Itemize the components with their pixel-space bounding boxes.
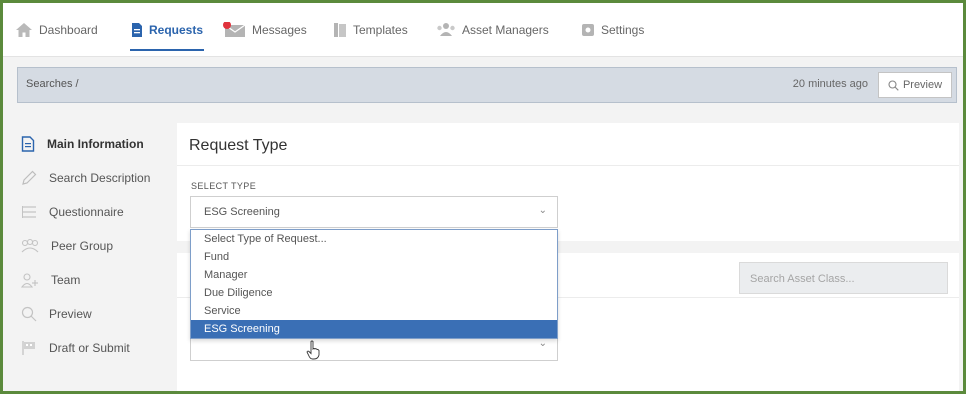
app-frame: Dashboard Requests Messages Templates As… xyxy=(0,0,966,394)
flag-icon xyxy=(21,340,37,356)
users-icon xyxy=(436,22,456,38)
sidebar-item-team[interactable]: Team xyxy=(21,270,80,290)
sidebar-item-label: Draft or Submit xyxy=(49,341,130,355)
peers-icon xyxy=(21,238,39,254)
breadcrumb[interactable]: Searches / xyxy=(26,78,79,90)
chevron-down-icon: ⌄ xyxy=(538,205,547,216)
request-type-select-value: ESG Screening xyxy=(204,206,280,218)
active-tab-indicator xyxy=(130,49,204,51)
sidebar-item-label: Questionnaire xyxy=(49,205,124,219)
add-user-icon xyxy=(21,272,39,288)
breadcrumb-bar: Searches / 20 minutes ago Preview xyxy=(17,67,957,103)
nav-messages[interactable]: Messages xyxy=(222,20,307,40)
top-navigation: Dashboard Requests Messages Templates As… xyxy=(3,3,963,57)
request-type-heading: Request Type xyxy=(189,137,288,154)
dropdown-option[interactable]: Fund xyxy=(191,248,557,266)
dropdown-option-selected[interactable]: ESG Screening xyxy=(191,320,557,338)
request-type-select[interactable]: ESG Screening ⌄ xyxy=(190,196,558,228)
sidebar-item-questionnaire[interactable]: Questionnaire xyxy=(21,202,124,222)
chevron-down-icon: ⌄ xyxy=(538,338,547,349)
dropdown-option[interactable]: Service xyxy=(191,302,557,320)
search-icon xyxy=(888,79,899,91)
search-icon xyxy=(21,306,37,322)
home-icon xyxy=(15,22,33,38)
nav-asset-managers-label: Asset Managers xyxy=(462,23,549,37)
nav-templates-label: Templates xyxy=(353,23,408,37)
sidebar-item-peer-group[interactable]: Peer Group xyxy=(21,236,113,256)
search-asset-class-placeholder: Search Asset Class... xyxy=(750,273,855,285)
panel-divider xyxy=(177,165,959,166)
nav-templates[interactable]: Templates xyxy=(333,20,408,40)
sidebar-item-label: Main Information xyxy=(47,137,144,151)
nav-settings[interactable]: Settings xyxy=(581,20,644,40)
nav-dashboard-label: Dashboard xyxy=(39,23,98,37)
nav-dashboard[interactable]: Dashboard xyxy=(15,20,98,40)
hand-cursor-icon xyxy=(306,340,322,360)
request-type-panel: Request Type SELECT TYPE ESG Screening ⌄ xyxy=(177,123,959,241)
document-icon xyxy=(131,22,143,38)
sidebar-item-preview[interactable]: Preview xyxy=(21,304,92,324)
nav-settings-label: Settings xyxy=(601,23,645,37)
nav-requests-label: Requests xyxy=(149,23,204,37)
sidebar-item-search-description[interactable]: Search Description xyxy=(21,168,150,188)
envelope-icon xyxy=(222,22,246,38)
list-icon xyxy=(21,204,37,220)
templates-icon xyxy=(333,22,347,38)
nav-requests[interactable]: Requests xyxy=(131,20,203,40)
nav-messages-label: Messages xyxy=(252,23,307,37)
pencil-icon xyxy=(21,170,37,186)
sidebar-item-draft-or-submit[interactable]: Draft or Submit xyxy=(21,338,130,358)
nav-asset-managers[interactable]: Asset Managers xyxy=(436,20,549,40)
sidebar-item-label: Search Description xyxy=(49,171,151,185)
preview-button[interactable]: Preview xyxy=(878,72,952,98)
dropdown-option[interactable]: Due Diligence xyxy=(191,284,557,302)
sidebar-item-main-information[interactable]: Main Information xyxy=(21,134,144,154)
sidebar-item-label: Preview xyxy=(49,307,92,321)
document-icon xyxy=(21,136,35,152)
select-type-label: SELECT TYPE xyxy=(191,181,257,191)
dropdown-option[interactable]: Select Type of Request... xyxy=(191,230,557,248)
search-asset-class-input[interactable]: Search Asset Class... xyxy=(739,262,948,294)
request-type-dropdown: Select Type of Request... Fund Manager D… xyxy=(190,229,558,339)
sidebar-item-label: Team xyxy=(51,273,81,287)
last-saved-timestamp: 20 minutes ago xyxy=(792,78,868,90)
gear-icon xyxy=(581,23,595,37)
dropdown-option[interactable]: Manager xyxy=(191,266,557,284)
sidebar-item-label: Peer Group xyxy=(51,239,114,253)
preview-button-label: Preview xyxy=(902,79,943,91)
